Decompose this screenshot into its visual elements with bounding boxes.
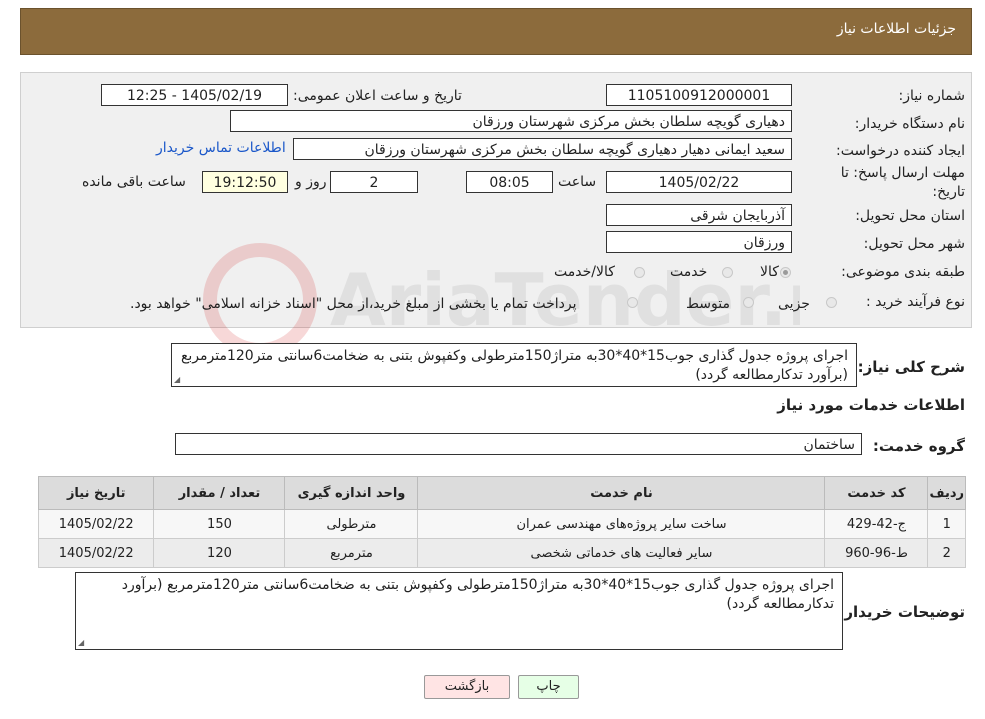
table-row: 1 ج-42-429 ساخت سایر پروژه‌های مهندسی عم… <box>37 509 966 539</box>
category-radio-goods[interactable] <box>780 267 791 278</box>
services-table: ردیف کد خدمت نام خدمت واحد اندازه گیری ت… <box>37 476 966 568</box>
buyer-notes-text: اجرای پروژه جدول گذاری جوب15*40*30به متر… <box>121 577 834 612</box>
city-field: ورزقان <box>606 231 792 253</box>
resize-grip-icon[interactable]: ◢ <box>78 638 86 647</box>
process-radio-treasury[interactable] <box>627 297 638 308</box>
cell-service-name: سایر فعالیت های خدماتی شخصی <box>417 538 826 568</box>
col-header-unit: واحد اندازه گیری <box>284 476 419 510</box>
process-radio-medium[interactable] <box>743 297 754 308</box>
buyer-notes-label: توضیحات خریدار: <box>838 603 965 621</box>
page-title: جزئیات اطلاعات نیاز <box>836 21 956 37</box>
buyer-contact-link[interactable]: اطلاعات تماس خریدار <box>156 140 286 156</box>
back-button[interactable]: بازگشت <box>424 675 510 699</box>
cell-unit: مترطولی <box>284 509 419 539</box>
service-group-label: گروه خدمت: <box>872 437 965 455</box>
cell-need-date: 1405/02/22 <box>37 538 155 568</box>
buyer-org-field: دهیاری گویچه سلطان بخش مرکزی شهرستان ورز… <box>230 110 792 132</box>
announce-label: تاریخ و ساعت اعلان عمومی: <box>293 88 462 104</box>
cell-service-code: ج-42-429 <box>824 509 929 539</box>
province-label: استان محل تحویل: <box>855 208 965 224</box>
deadline-label-line2: تاریخ: <box>932 184 965 200</box>
summary-textarea[interactable]: اجرای پروژه جدول گذاری جوب15*40*30به متر… <box>171 343 857 387</box>
page-header: جزئیات اطلاعات نیاز <box>20 8 972 55</box>
province-field: آذربایجان شرقی <box>606 204 792 226</box>
summary-label: شرح کلی نیاز: <box>857 358 965 376</box>
cell-need-date: 1405/02/22 <box>37 509 155 539</box>
announce-date-field: 1405/02/19 - 12:25 <box>101 84 288 106</box>
process-option-medium: متوسط <box>686 296 730 312</box>
col-header-service-name: نام خدمت <box>417 476 826 510</box>
table-header-row: ردیف کد خدمت نام خدمت واحد اندازه گیری ت… <box>37 476 966 510</box>
summary-text: اجرای پروژه جدول گذاری جوب15*40*30به متر… <box>180 348 848 383</box>
category-option-goods: کالا <box>760 264 779 280</box>
category-radio-service[interactable] <box>722 267 733 278</box>
cell-service-name: ساخت سایر پروژه‌های مهندسی عمران <box>417 509 826 539</box>
cell-unit: مترمربع <box>284 538 419 568</box>
col-header-row-number: ردیف <box>927 476 966 510</box>
deadline-time-label: ساعت <box>558 174 597 190</box>
cell-quantity: 150 <box>153 509 286 539</box>
deadline-label-line1: مهلت ارسال پاسخ: تا <box>840 165 965 181</box>
buyer-org-label: نام دستگاه خریدار: <box>854 116 965 132</box>
remaining-time-label: ساعت باقی مانده <box>82 174 186 190</box>
process-type-label: نوع فرآیند خرید : <box>866 294 965 310</box>
print-button[interactable]: چاپ <box>518 675 579 699</box>
deadline-time-field: 08:05 <box>466 171 553 193</box>
col-header-service-code: کد خدمت <box>824 476 929 510</box>
days-field: 2 <box>330 171 418 193</box>
city-label: شهر محل تحویل: <box>863 236 965 252</box>
requester-label: ایجاد کننده درخواست: <box>836 143 965 159</box>
buyer-notes-textarea[interactable]: اجرای پروژه جدول گذاری جوب15*40*30به متر… <box>75 572 843 650</box>
cell-row-number: 2 <box>927 538 966 568</box>
category-radio-goods-service[interactable] <box>634 267 645 278</box>
deadline-date-field: 1405/02/22 <box>606 171 792 193</box>
process-treasury-note: پرداخت تمام یا بخشی از مبلغ خرید،از محل … <box>130 296 577 312</box>
requester-field: سعید ایمانی دهیار دهیاری گویچه سلطان بخش… <box>293 138 792 160</box>
process-option-small: جزیی <box>778 296 810 312</box>
days-label: روز و <box>295 174 327 190</box>
service-group-field: ساختمان <box>175 433 862 455</box>
cell-quantity: 120 <box>153 538 286 568</box>
col-header-quantity: تعداد / مقدار <box>153 476 286 510</box>
remaining-time-field: 19:12:50 <box>202 171 288 193</box>
resize-grip-icon[interactable]: ◢ <box>174 375 182 384</box>
category-option-service: خدمت <box>670 264 708 280</box>
cell-row-number: 1 <box>927 509 966 539</box>
category-label: طبقه بندی موضوعی: <box>841 264 965 280</box>
need-number-field: 1105100912000001 <box>606 84 792 106</box>
col-header-need-date: تاریخ نیاز <box>37 476 155 510</box>
cell-service-code: ط-96-960 <box>824 538 929 568</box>
table-row: 2 ط-96-960 سایر فعالیت های خدماتی شخصی م… <box>37 538 966 568</box>
need-number-label: شماره نیاز: <box>898 88 966 104</box>
services-section-title: اطلاعات خدمات مورد نیاز <box>777 396 965 414</box>
process-radio-small[interactable] <box>826 297 837 308</box>
category-option-goods-service: کالا/خدمت <box>554 264 615 280</box>
